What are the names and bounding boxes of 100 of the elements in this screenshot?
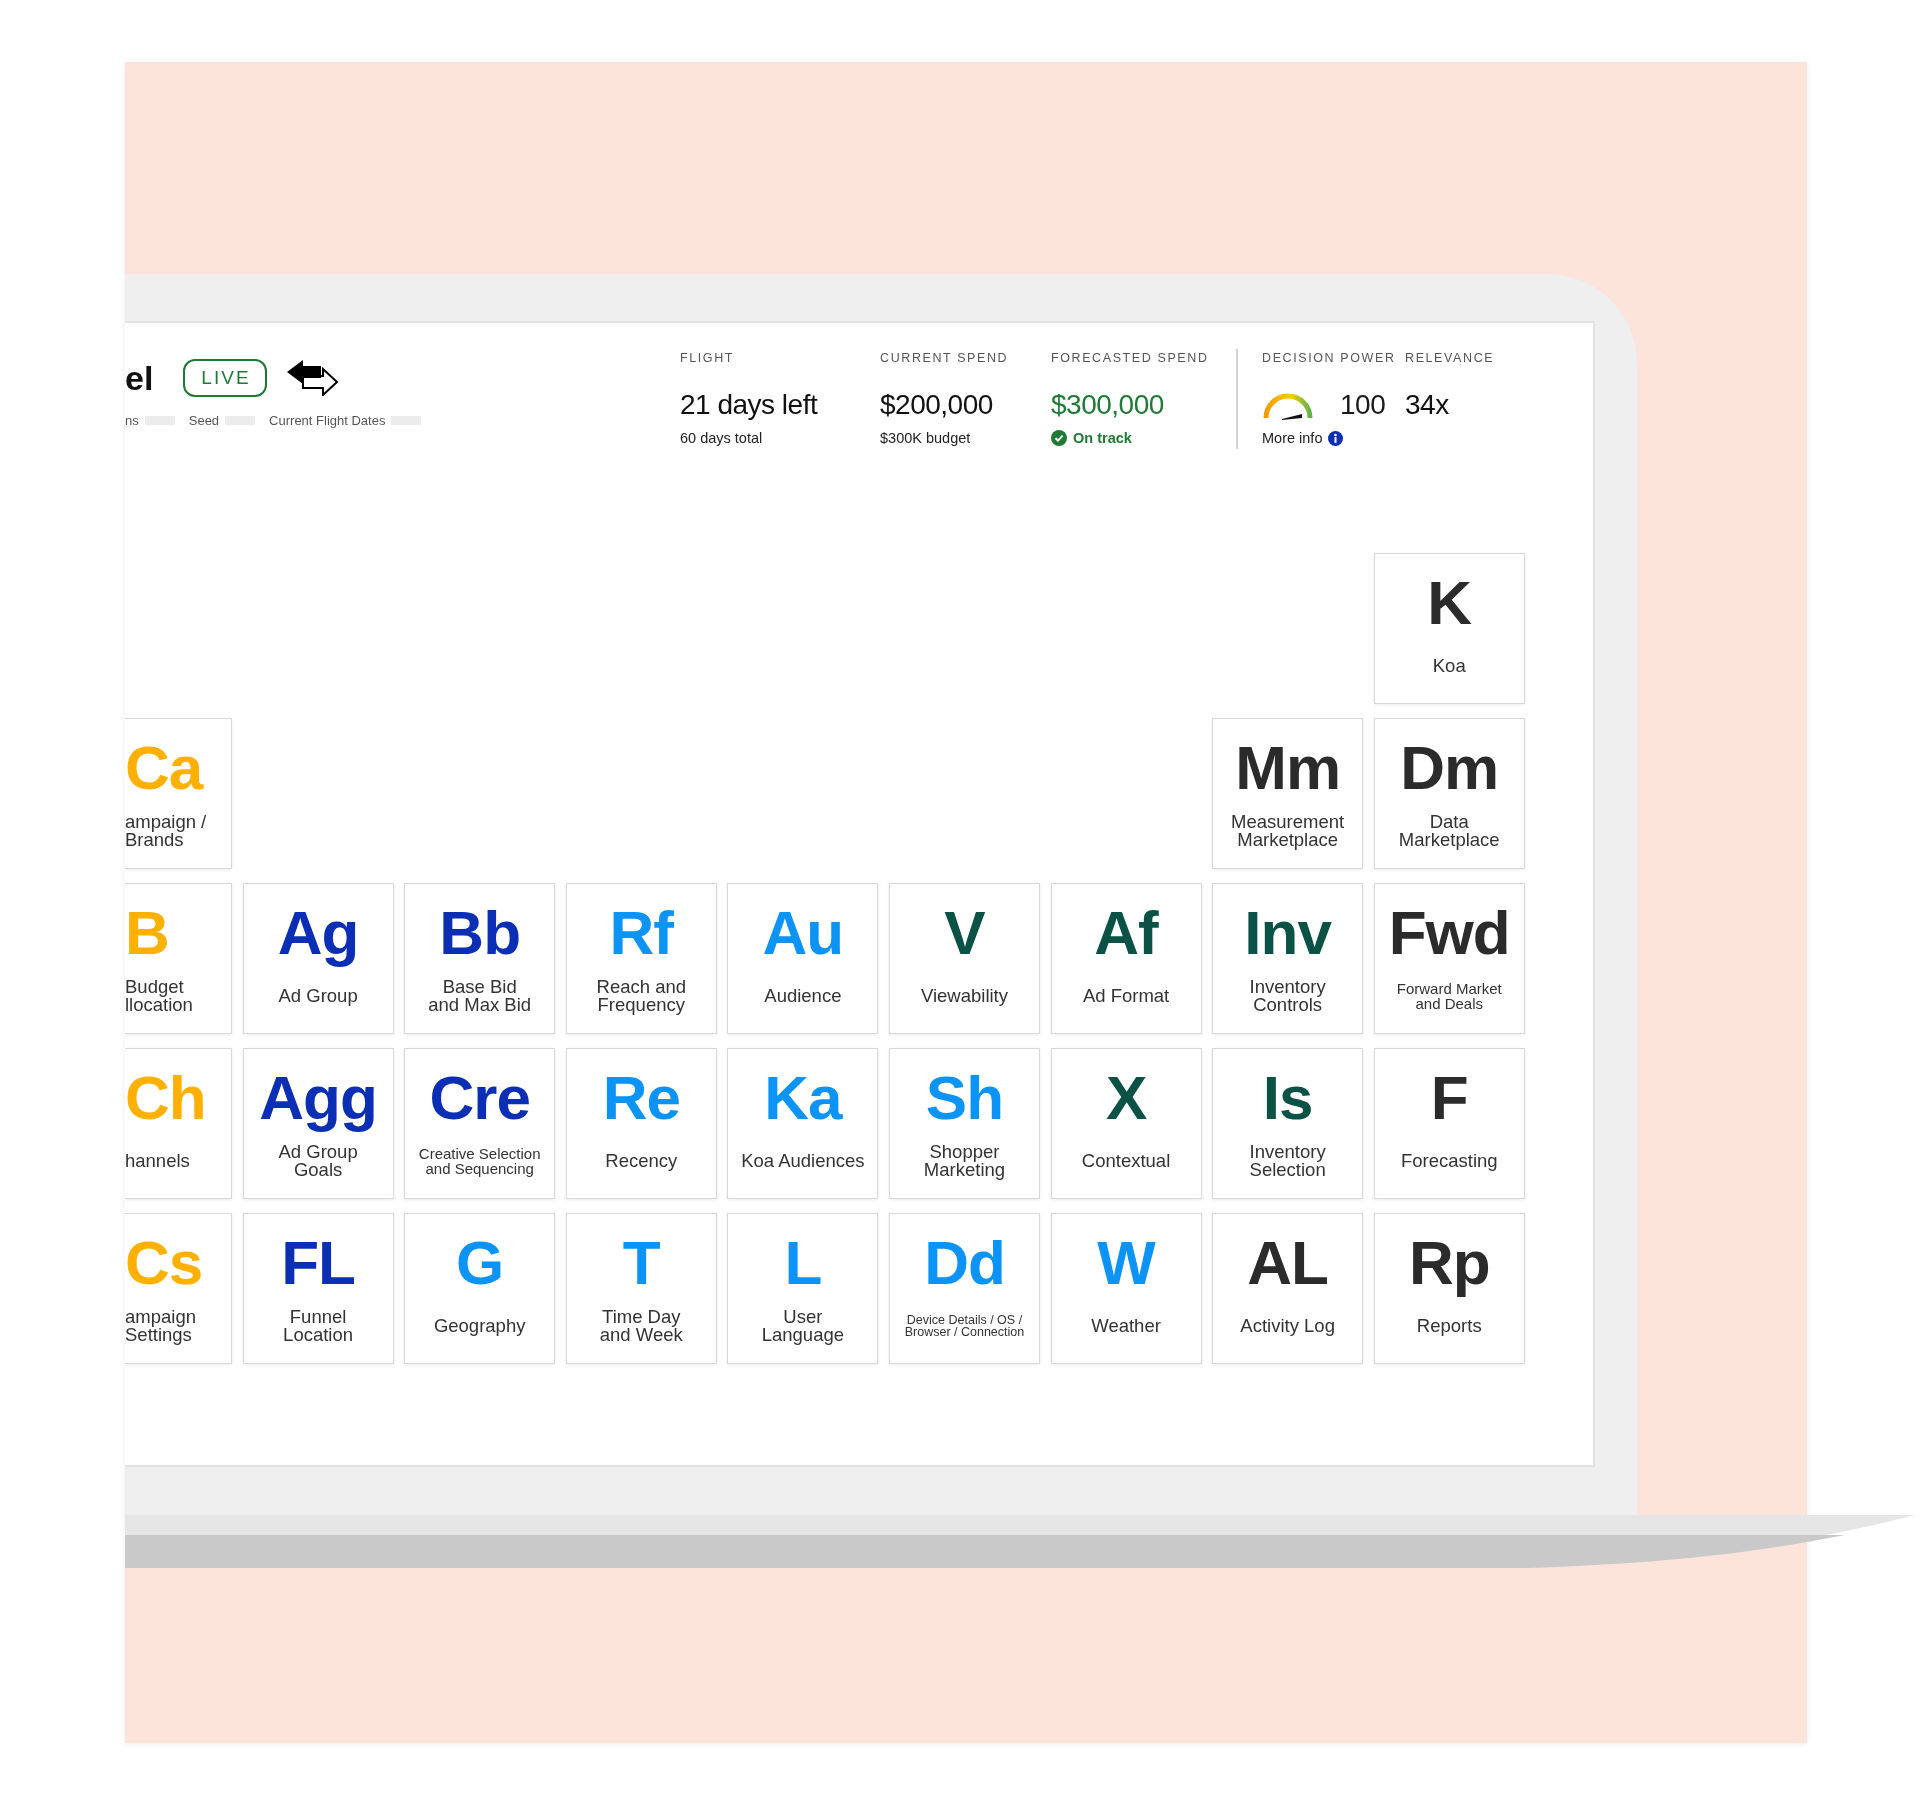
tile-label: Measurement Marketplace xyxy=(1231,811,1345,851)
module-tile[interactable]: T Time Day and Week xyxy=(565,1213,717,1364)
status-badge: LIVE xyxy=(183,359,267,397)
tile-label: Shopper Marketing xyxy=(923,1141,1006,1181)
module-tile[interactable]: L User Language xyxy=(727,1213,879,1364)
more-info-link[interactable]: More info xyxy=(1262,430,1323,446)
tile-symbol: L xyxy=(784,1228,822,1298)
metric-value: 34x xyxy=(1405,390,1449,420)
module-tile[interactable]: W Weather xyxy=(1050,1213,1202,1364)
tile-symbol: Cre xyxy=(429,1063,530,1133)
metric-note: $300K budget xyxy=(880,430,971,446)
tile-label: Base Bid and Max Bid xyxy=(428,976,532,1016)
module-tile[interactable]: B Budget llocation xyxy=(125,883,232,1034)
tile-label: Funnel Location xyxy=(283,1306,354,1346)
tile-symbol: F xyxy=(1430,1063,1468,1133)
tile-label: Viewability xyxy=(920,983,1008,1008)
module-tile[interactable]: Dm Data Marketplace xyxy=(1373,718,1525,869)
tile-symbol: Ch xyxy=(125,1063,206,1133)
tile-symbol: Dd xyxy=(924,1228,1005,1298)
tile-label: Inventory Controls xyxy=(1249,976,1326,1016)
tile-label: Data Marketplace xyxy=(1398,811,1500,851)
module-tile[interactable]: Mm Measurement Marketplace xyxy=(1212,718,1364,869)
tile-symbol: Mm xyxy=(1235,733,1341,803)
tile-label: Reports xyxy=(1416,1313,1482,1338)
metric-value: 100 xyxy=(1340,390,1386,420)
tile-symbol: Ag xyxy=(277,898,359,968)
filter-label[interactable]: Current Flight Dates xyxy=(269,413,386,428)
tile-symbol: Re xyxy=(602,1063,680,1133)
tile-symbol: T xyxy=(622,1228,660,1298)
module-tile[interactable]: Cs ampaign Settings xyxy=(125,1213,232,1364)
tile-label: hannels xyxy=(125,1148,190,1173)
tile-symbol: Rf xyxy=(609,898,673,968)
tile-label: User Language xyxy=(761,1306,845,1346)
metric-label: RELEVANCE xyxy=(1405,351,1496,367)
module-tile[interactable]: Af Ad Format xyxy=(1050,883,1202,1034)
tile-symbol: Inv xyxy=(1244,898,1331,968)
metric-label: DECISION POWER xyxy=(1262,351,1397,367)
module-tile[interactable]: Is Inventory Selection xyxy=(1212,1048,1364,1199)
tile-label: Geography xyxy=(433,1313,526,1338)
filter-label[interactable]: Seed xyxy=(188,413,220,428)
tile-label: Inventory Selection xyxy=(1249,1141,1326,1181)
tile-symbol: W xyxy=(1097,1228,1155,1298)
tile-label: Audience xyxy=(764,983,842,1008)
tile-symbol: Dm xyxy=(1400,733,1499,803)
tile-label: Koa xyxy=(1432,653,1466,678)
tile-label: ampaign Settings xyxy=(125,1306,196,1346)
tile-symbol: X xyxy=(1105,1063,1147,1133)
tile-symbol: Ka xyxy=(764,1063,842,1133)
module-tile[interactable]: Fwd Forward Market and Deals xyxy=(1373,883,1525,1034)
tile-label: Recency xyxy=(605,1148,678,1173)
tile-label: Ad Group xyxy=(278,983,358,1008)
metric-label: FORECASTED SPEND xyxy=(1051,351,1210,367)
module-tile[interactable]: FL Funnel Location xyxy=(242,1213,394,1364)
tile-label: Koa Audiences xyxy=(741,1148,865,1173)
tile-symbol: Ca xyxy=(125,733,203,803)
module-tile[interactable]: Re Recency xyxy=(565,1048,717,1199)
tile-symbol: Sh xyxy=(925,1063,1004,1133)
module-tile[interactable]: Agg Ad Group Goals xyxy=(242,1048,394,1199)
module-tile[interactable]: X Contextual xyxy=(1050,1048,1202,1199)
module-tile[interactable]: Bb Base Bid and Max Bid xyxy=(404,883,556,1034)
module-tile[interactable]: Rp Reports xyxy=(1373,1213,1525,1364)
info-icon[interactable] xyxy=(1328,430,1344,446)
tile-symbol: Af xyxy=(1094,898,1158,968)
module-tile[interactable]: Dd Device Details / OS / Browser / Connection xyxy=(888,1213,1040,1364)
module-tile[interactable]: Ag Ad Group xyxy=(242,883,394,1034)
tile-label: Weather xyxy=(1091,1313,1161,1338)
metric-note: 60 days total xyxy=(680,430,763,446)
module-tile[interactable]: Sh Shopper Marketing xyxy=(888,1048,1040,1199)
tile-symbol: FL xyxy=(281,1228,355,1298)
tile-label: Ad Format xyxy=(1082,983,1170,1008)
module-tile[interactable]: F Forecasting xyxy=(1373,1048,1525,1199)
tile-label: Device Details / OS / Browser / Connection xyxy=(904,1311,1025,1341)
tile-symbol: Agg xyxy=(259,1063,377,1133)
tile-symbol: Is xyxy=(1262,1063,1313,1133)
tile-label: Forward Market and Deals xyxy=(1396,979,1502,1014)
module-tile[interactable]: Inv Inventory Controls xyxy=(1212,883,1364,1034)
metric-value: $300,000 xyxy=(1051,390,1164,420)
tile-symbol: Cs xyxy=(125,1228,203,1298)
module-tile[interactable]: Rf Reach and Frequency xyxy=(565,883,717,1034)
filter-label[interactable]: ns xyxy=(125,413,139,428)
module-tile[interactable]: V Viewability xyxy=(888,883,1040,1034)
metric-value: 21 days left xyxy=(680,390,818,420)
metric-value: $200,000 xyxy=(880,390,993,420)
tile-symbol: Au xyxy=(762,898,844,968)
module-tile[interactable]: Ch hannels xyxy=(125,1048,232,1199)
module-tile[interactable]: G Geography xyxy=(404,1213,556,1364)
campaign-title: el xyxy=(125,358,154,398)
module-tile[interactable]: Au Audience xyxy=(727,883,879,1034)
tile-symbol: B xyxy=(125,898,169,968)
module-tile[interactable]: Ca ampaign / Brands xyxy=(125,718,232,869)
check-circle-icon xyxy=(1051,430,1067,446)
module-tile[interactable]: K Koa xyxy=(1373,553,1525,704)
module-tile[interactable]: Cre Creative Selection and Sequencing xyxy=(404,1048,556,1199)
tile-label: Creative Selection and Sequencing xyxy=(418,1144,541,1179)
tile-label: Budget llocation xyxy=(125,976,193,1016)
tile-symbol: AL xyxy=(1247,1228,1328,1298)
module-tile[interactable]: AL Activity Log xyxy=(1212,1213,1364,1364)
tile-symbol: K xyxy=(1427,568,1472,638)
tile-label: ampaign / Brands xyxy=(125,811,207,851)
module-tile[interactable]: Ka Koa Audiences xyxy=(727,1048,879,1199)
